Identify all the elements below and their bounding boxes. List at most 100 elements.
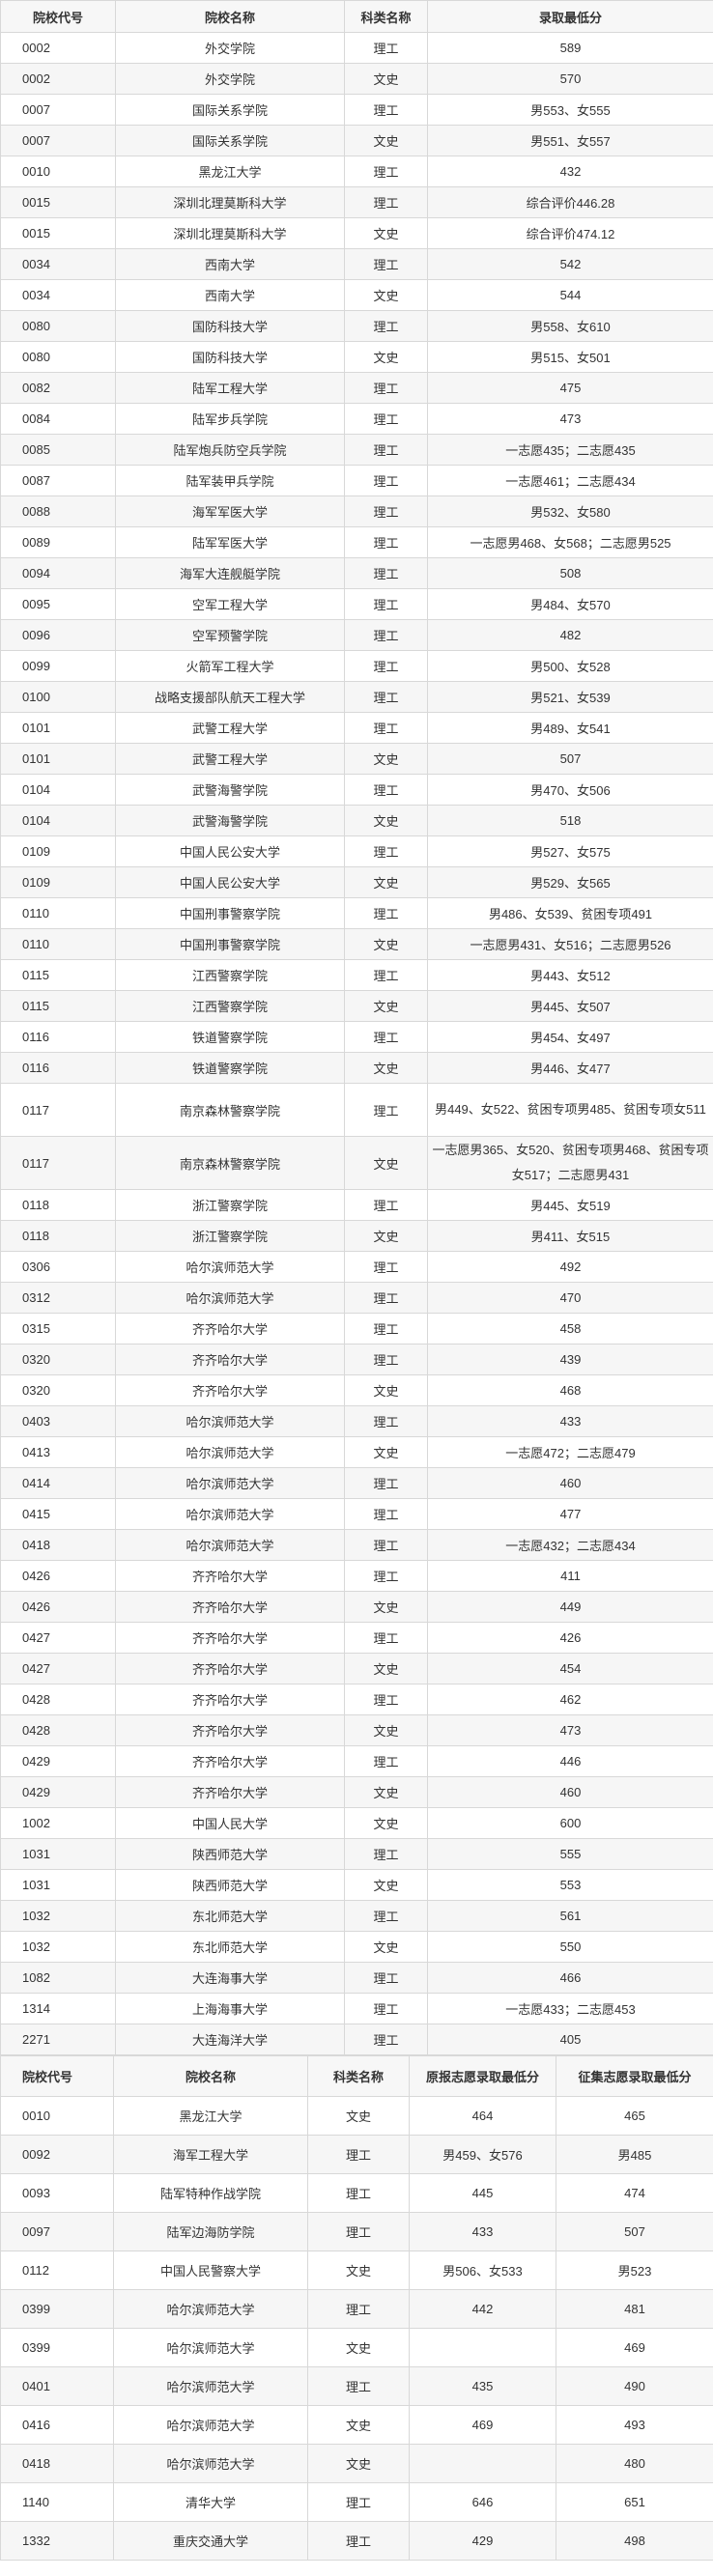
table-row: 0002 外交学院 理工 589 bbox=[0, 32, 713, 64]
school-name: 空军工程大学 bbox=[115, 588, 345, 620]
subject-category: 理工 bbox=[344, 1498, 428, 1530]
school-name: 武警海警学院 bbox=[115, 774, 345, 806]
school-code: 0117 bbox=[0, 1136, 116, 1190]
school-code: 0429 bbox=[0, 1745, 116, 1777]
school-code: 0118 bbox=[0, 1189, 116, 1221]
subject-category: 理工 bbox=[344, 681, 428, 713]
solicited-min-score: 480 bbox=[556, 2444, 713, 2483]
subject-category: 理工 bbox=[307, 2173, 410, 2213]
school-code: 0312 bbox=[0, 1282, 116, 1314]
school-code: 2271 bbox=[0, 2024, 116, 2055]
subject-category: 文史 bbox=[344, 1052, 428, 1084]
subject-category: 理工 bbox=[344, 1838, 428, 1870]
table-row: 0115 江西警察学院 文史 男445、女507 bbox=[0, 990, 713, 1022]
subject-category: 理工 bbox=[344, 1405, 428, 1437]
school-name: 铁道警察学院 bbox=[115, 1052, 345, 1084]
solicited-min-score: 男485 bbox=[556, 2135, 713, 2174]
subject-category: 理工 bbox=[344, 2024, 428, 2055]
table-row: 0007 国际关系学院 文史 男551、女557 bbox=[0, 125, 713, 156]
solicited-min-score: 481 bbox=[556, 2289, 713, 2329]
subject-category: 理工 bbox=[307, 2366, 410, 2406]
school-name: 哈尔滨师范大学 bbox=[113, 2328, 308, 2367]
school-code: 0002 bbox=[0, 63, 116, 95]
subject-category: 理工 bbox=[344, 1529, 428, 1561]
table-row: 0034 西南大学 文史 544 bbox=[0, 279, 713, 311]
table-row: 0399 哈尔滨师范大学 文史 469 bbox=[0, 2328, 713, 2367]
school-code: 1032 bbox=[0, 1900, 116, 1932]
school-name: 哈尔滨师范大学 bbox=[113, 2444, 308, 2483]
min-score: 508 bbox=[427, 557, 713, 589]
table-row: 0112 中国人民警察大学 文史 男506、女533 男523 bbox=[0, 2250, 713, 2290]
subject-category: 文史 bbox=[344, 1220, 428, 1252]
subject-category: 文史 bbox=[307, 2250, 410, 2290]
subject-category: 文史 bbox=[307, 2328, 410, 2367]
min-score: 男553、女555 bbox=[427, 94, 713, 126]
school-name: 江西警察学院 bbox=[115, 990, 345, 1022]
column-header-school: 院校名称 bbox=[115, 0, 345, 33]
school-code: 0118 bbox=[0, 1220, 116, 1252]
table-row: 0315 齐齐哈尔大学 理工 458 bbox=[0, 1313, 713, 1345]
table-row: 1082 大连海事大学 理工 466 bbox=[0, 1962, 713, 1994]
solicited-min-score: 男523 bbox=[556, 2250, 713, 2290]
admission-table-1: 院校代号 院校名称 科类名称 录取最低分 0002 外交学院 理工 589 0002 外交… bbox=[0, 0, 713, 2055]
subject-category: 理工 bbox=[344, 1251, 428, 1283]
original-min-score bbox=[409, 2444, 556, 2483]
table-row: 0428 齐齐哈尔大学 文史 473 bbox=[0, 1714, 713, 1746]
school-code: 0093 bbox=[0, 2173, 114, 2213]
min-score: 553 bbox=[427, 1869, 713, 1901]
original-min-score: 464 bbox=[409, 2096, 556, 2136]
admission-scores-page: 院校代号 院校名称 科类名称 录取最低分 0002 外交学院 理工 589 0002 外交… bbox=[0, 0, 713, 2561]
school-name: 浙江警察学院 bbox=[115, 1220, 345, 1252]
original-min-score bbox=[409, 2328, 556, 2367]
school-name: 陆军炮兵防空兵学院 bbox=[115, 434, 345, 466]
school-name: 齐齐哈尔大学 bbox=[115, 1684, 345, 1715]
subject-category: 理工 bbox=[344, 372, 428, 404]
subject-category: 理工 bbox=[344, 1083, 428, 1137]
school-code: 0080 bbox=[0, 310, 116, 342]
table-row: 0403 哈尔滨师范大学 理工 433 bbox=[0, 1405, 713, 1437]
table-row: 0095 空军工程大学 理工 男484、女570 bbox=[0, 588, 713, 620]
table-row: 0087 陆军装甲兵学院 理工 一志愿461；二志愿434 bbox=[0, 465, 713, 496]
school-name: 重庆交通大学 bbox=[113, 2521, 308, 2561]
min-score: 473 bbox=[427, 1714, 713, 1746]
school-name: 中国刑事警察学院 bbox=[115, 928, 345, 960]
school-name: 西南大学 bbox=[115, 248, 345, 280]
school-name: 黑龙江大学 bbox=[113, 2096, 308, 2136]
min-score: 综合评价446.28 bbox=[427, 186, 713, 218]
school-name: 南京森林警察学院 bbox=[115, 1136, 345, 1190]
school-name: 南京森林警察学院 bbox=[115, 1083, 345, 1137]
min-score: 473 bbox=[427, 403, 713, 435]
min-score: 男527、女575 bbox=[427, 835, 713, 867]
table-row: 0413 哈尔滨师范大学 文史 一志愿472；二志愿479 bbox=[0, 1436, 713, 1468]
min-score: 454 bbox=[427, 1653, 713, 1684]
table-row: 0010 黑龙江大学 文史 464 465 bbox=[0, 2096, 713, 2136]
school-code: 0080 bbox=[0, 341, 116, 373]
subject-category: 理工 bbox=[307, 2289, 410, 2329]
table-row: 0117 南京森林警察学院 理工 男449、女522、贫困专项男485、贫困专项女51… bbox=[0, 1083, 713, 1137]
school-name: 中国人民大学 bbox=[115, 1807, 345, 1839]
min-score: 男558、女610 bbox=[427, 310, 713, 342]
min-score: 446 bbox=[427, 1745, 713, 1777]
school-name: 哈尔滨师范大学 bbox=[115, 1529, 345, 1561]
min-score: 475 bbox=[427, 372, 713, 404]
subject-category: 理工 bbox=[307, 2482, 410, 2522]
subject-category: 理工 bbox=[344, 403, 428, 435]
table-row: 0089 陆军军医大学 理工 一志愿男468、女568；二志愿男525 bbox=[0, 526, 713, 558]
min-score: 426 bbox=[427, 1622, 713, 1654]
table-row: 0104 武警海警学院 文史 518 bbox=[0, 805, 713, 836]
school-code: 0084 bbox=[0, 403, 116, 435]
school-code: 0403 bbox=[0, 1405, 116, 1437]
min-score: 589 bbox=[427, 32, 713, 64]
school-code: 0088 bbox=[0, 495, 116, 527]
table-row: 0109 中国人民公安大学 文史 男529、女565 bbox=[0, 866, 713, 898]
school-code: 0034 bbox=[0, 279, 116, 311]
school-code: 0429 bbox=[0, 1776, 116, 1808]
school-name: 大连海事大学 bbox=[115, 1962, 345, 1994]
table-row: 0312 哈尔滨师范大学 理工 470 bbox=[0, 1282, 713, 1314]
school-name: 国防科技大学 bbox=[115, 310, 345, 342]
table-row: 0100 战略支援部队航天工程大学 理工 男521、女539 bbox=[0, 681, 713, 713]
subject-category: 理工 bbox=[344, 1900, 428, 1932]
table-row: 0118 浙江警察学院 文史 男411、女515 bbox=[0, 1220, 713, 1252]
table-row: 0110 中国刑事警察学院 文史 一志愿男431、女516；二志愿男526 bbox=[0, 928, 713, 960]
school-name: 外交学院 bbox=[115, 63, 345, 95]
